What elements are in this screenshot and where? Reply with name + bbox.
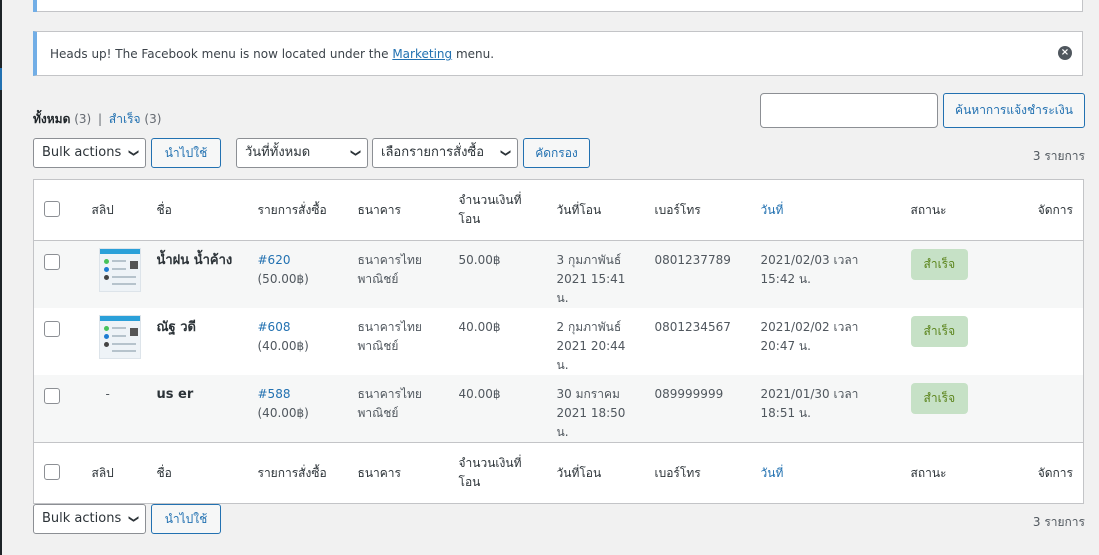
col-date-sortable[interactable]: วันที่	[753, 443, 903, 504]
status-badge: สำเร็จ	[910, 383, 969, 414]
transfer-date-cell: 30 มกราคม 2021 18:50 น.	[556, 387, 626, 439]
chevron-down-icon: ❯	[127, 514, 139, 524]
actions-cell	[1020, 308, 1084, 375]
col-transfer-date: วันที่โอน	[556, 202, 602, 217]
items-count-top: 3 รายการ	[1032, 149, 1085, 163]
table-footer-row: สลิป ชื่อ รายการสั่งซื้อ ธนาคาร จำนวนเงิ…	[33, 442, 1084, 504]
col-bank: ธนาคาร	[357, 202, 401, 217]
col-name: ชื่อ	[156, 202, 172, 217]
view-all-count: (3)	[74, 112, 92, 126]
customer-name: ณัฐ วดี	[156, 320, 197, 335]
admin-menu-current-marker	[0, 68, 2, 90]
order-link[interactable]: #620	[258, 253, 291, 267]
search-button[interactable]: ค้นหาการแจ้งชำระเงิน	[943, 93, 1085, 128]
amount-cell: 40.00฿	[458, 320, 501, 334]
col-bank: ธนาคาร	[357, 465, 401, 480]
amount-cell: 50.00฿	[458, 253, 501, 267]
bank-cell: ธนาคารไทยพาณิชย์	[357, 253, 422, 286]
col-order: รายการสั่งซื้อ	[257, 202, 327, 217]
view-separator: |	[98, 112, 103, 126]
slip-thumbnail[interactable]	[98, 315, 141, 359]
chevron-down-icon: ❯	[349, 148, 361, 158]
order-total: (40.00฿)	[257, 339, 309, 353]
marketing-link[interactable]: Marketing	[392, 47, 452, 61]
col-phone: เบอร์โทร	[654, 202, 701, 217]
col-slip: สลิป	[91, 465, 114, 480]
row-checkbox[interactable]	[44, 388, 60, 404]
slip-cell: -	[105, 387, 110, 401]
col-status: สถานะ	[910, 202, 947, 217]
payment-notifications-table: สลิป ชื่อ รายการสั่งซื้อ ธนาคาร จำนวนเงิ…	[33, 179, 1084, 504]
items-count-bottom: 3 รายการ	[1032, 515, 1085, 529]
search-input[interactable]	[760, 93, 938, 128]
select-all-checkbox-bottom[interactable]	[44, 463, 60, 480]
phone-cell: 0801237789	[654, 253, 731, 267]
view-success[interactable]: สำเร็จ	[109, 112, 141, 126]
col-actions: จัดการ	[1037, 465, 1073, 480]
phone-cell: 0801234567	[654, 320, 731, 334]
row-checkbox[interactable]	[44, 254, 60, 270]
filter-button[interactable]: คัดกรอง	[523, 138, 590, 168]
phone-cell: 089999999	[654, 387, 724, 401]
col-order: รายการสั่งซื้อ	[257, 465, 327, 480]
col-actions: จัดการ	[1037, 202, 1073, 217]
status-badge: สำเร็จ	[910, 249, 969, 280]
col-transfer-date: วันที่โอน	[556, 465, 602, 480]
col-amount: จำนวนเงินที่โอน	[458, 456, 522, 489]
dismiss-icon[interactable]: ×	[1058, 46, 1072, 60]
view-all[interactable]: ทั้งหมด	[33, 112, 70, 126]
col-date-sortable[interactable]: วันที่	[753, 180, 903, 241]
amount-cell: 40.00฿	[458, 387, 501, 401]
table-row: - us er #588 (40.00฿) ธนาคารไทยพาณิชย์ 40…	[33, 375, 1084, 443]
chevron-down-icon: ❯	[127, 148, 139, 158]
date-cell: 2021/02/02 เวลา 20:47 น.	[760, 320, 859, 353]
chevron-down-icon: ❯	[499, 148, 511, 158]
order-link[interactable]: #588	[258, 387, 291, 401]
status-views: ทั้งหมด (3) | สำเร็จ (3)	[33, 110, 161, 129]
col-phone: เบอร์โทร	[654, 465, 701, 480]
col-status: สถานะ	[910, 465, 947, 480]
apply-button-bottom[interactable]: นำไปใช้	[151, 504, 221, 534]
customer-name: น้ำฝน น้ำค้าง	[156, 253, 233, 268]
customer-name: us er	[156, 387, 194, 402]
row-checkbox[interactable]	[44, 321, 60, 337]
apply-button-top[interactable]: นำไปใช้	[151, 138, 221, 168]
col-slip: สลิป	[91, 202, 114, 217]
order-filter-select[interactable]: เลือกรายการสั่งซื้อ ❯	[372, 138, 518, 168]
transfer-date-cell: 3 กุมภาพันธ์ 2021 15:41 น.	[556, 253, 626, 305]
order-total: (50.00฿)	[257, 272, 309, 286]
bulk-actions-select-bottom[interactable]: Bulk actions ❯	[33, 504, 146, 534]
order-total: (40.00฿)	[257, 406, 309, 420]
bulk-actions-select-top[interactable]: Bulk actions ❯	[33, 138, 146, 168]
view-success-count: (3)	[144, 112, 162, 126]
col-name: ชื่อ	[156, 465, 172, 480]
table-header-row: สลิป ชื่อ รายการสั่งซื้อ ธนาคาร จำนวนเงิ…	[33, 180, 1084, 241]
col-amount: จำนวนเงินที่โอน	[458, 193, 522, 226]
status-badge: สำเร็จ	[910, 316, 969, 347]
actions-cell	[1020, 241, 1084, 309]
transfer-date-cell: 2 กุมภาพันธ์ 2021 20:44 น.	[556, 320, 626, 372]
order-link[interactable]: #608	[258, 320, 291, 334]
date-cell: 2021/02/03 เวลา 15:42 น.	[760, 253, 859, 286]
top-panel-edge	[33, 0, 1083, 12]
select-all-checkbox[interactable]	[44, 200, 60, 217]
date-filter-select[interactable]: วันที่ทั้งหมด ❯	[236, 138, 368, 168]
date-cell: 2021/01/30 เวลา 18:51 น.	[760, 387, 859, 420]
table-row: น้ำฝน น้ำค้าง #620 (50.00฿) ธนาคารไทยพาณิ…	[33, 240, 1084, 309]
actions-cell	[1020, 375, 1084, 443]
notice-text: Heads up! The Facebook menu is now locat…	[50, 47, 495, 61]
bank-cell: ธนาคารไทยพาณิชย์	[357, 387, 422, 420]
table-row: ณัฐ วดี #608 (40.00฿) ธนาคารไทยพาณิชย์ 40…	[34, 308, 1084, 375]
bank-cell: ธนาคารไทยพาณิชย์	[357, 320, 422, 353]
facebook-notice: Heads up! The Facebook menu is now locat…	[33, 31, 1083, 76]
slip-thumbnail[interactable]	[98, 248, 141, 292]
